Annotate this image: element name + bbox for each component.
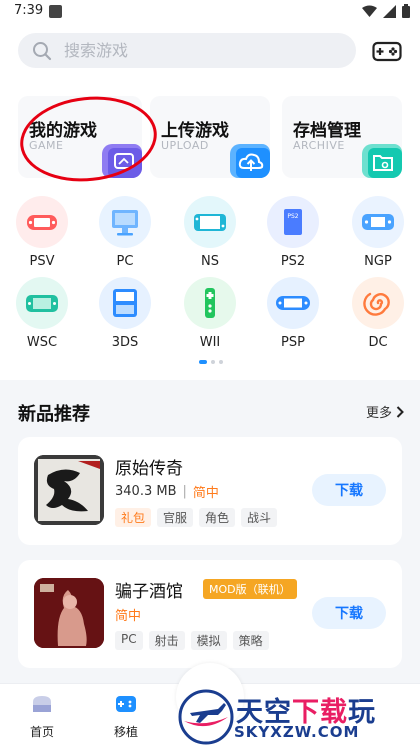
status-bar: 7:39 <box>0 0 420 26</box>
game-tags: 礼包 官服 角色 战斗 <box>115 508 278 527</box>
platform-label: PSP <box>281 335 305 350</box>
home-icon <box>33 696 51 712</box>
page-indicator <box>199 360 223 364</box>
platform-label: PC <box>116 254 134 269</box>
airplane-logo-icon <box>178 689 234 745</box>
card-subtitle: GAME <box>29 139 64 152</box>
wii-remote-icon <box>184 277 236 329</box>
platform-wii[interactable]: WII <box>180 277 240 350</box>
upload-cloud-icon <box>230 144 270 178</box>
notification-icon <box>49 5 62 18</box>
signal-icon <box>383 4 396 18</box>
battery-icon <box>402 4 410 18</box>
platform-label: 3DS <box>111 335 139 350</box>
search-bar <box>0 26 420 78</box>
game-tag: 模拟 <box>190 631 227 650</box>
game-tag: PC <box>115 631 143 650</box>
platform-ps2[interactable]: PS2 PS2 <box>263 196 323 269</box>
card-title: 上传游戏 <box>161 121 229 141</box>
game-tag: 官服 <box>157 508 194 527</box>
game-card[interactable]: 骗子酒馆 MOD版（联机） 简中 PC 射击 模拟 策略 下载 <box>18 560 402 668</box>
3ds-handheld-icon <box>99 277 151 329</box>
game-tag: 角色 <box>199 508 236 527</box>
search-icon <box>33 42 52 61</box>
platform-dc[interactable]: DC <box>348 277 408 350</box>
search-box[interactable] <box>18 33 356 68</box>
page-dot <box>219 360 223 364</box>
dreamcast-swirl-icon <box>352 277 404 329</box>
nav-home[interactable]: 首页 <box>17 692 67 740</box>
download-button[interactable]: 下载 <box>312 597 386 629</box>
switch-console-icon <box>184 196 236 248</box>
archive-folder-icon <box>362 144 402 178</box>
card-subtitle: UPLOAD <box>161 139 209 152</box>
platform-ngp[interactable]: NGP <box>348 196 408 269</box>
more-label: 更多 <box>365 406 392 421</box>
gamepad-icon[interactable] <box>372 38 402 64</box>
platform-label: PS2 <box>280 254 306 269</box>
status-icons <box>362 4 410 18</box>
platform-pc[interactable]: PC <box>95 196 155 269</box>
game-size: 340.3 MB <box>115 484 177 499</box>
psp-handheld-icon <box>267 277 319 329</box>
game-tag: 礼包 <box>115 508 152 527</box>
ps2-console-icon: PS2 <box>267 196 319 248</box>
site-watermark: 天空下载玩 SKYXZW.COM <box>178 688 420 746</box>
game-meta: 340.3 MB | 简中 <box>115 482 219 501</box>
status-time: 7:39 <box>14 3 44 18</box>
upload-games-card[interactable]: 上传游戏 UPLOAD <box>150 96 270 178</box>
nav-label: 首页 <box>29 725 54 739</box>
ngp-handheld-icon <box>352 196 404 248</box>
game-title: 骗子酒馆 <box>115 582 183 602</box>
chevron-right-icon <box>396 405 404 418</box>
game-tags: PC 射击 模拟 策略 <box>115 631 269 650</box>
meta-separator: | <box>182 484 187 499</box>
platform-wsc[interactable]: WSC <box>12 277 72 350</box>
platform-label: NGP <box>364 254 392 269</box>
game-tag: 战斗 <box>241 508 278 527</box>
mod-badge: MOD版（联机） <box>203 579 297 599</box>
more-link[interactable]: 更多 <box>366 402 404 421</box>
my-games-card[interactable]: 我的游戏 GAME <box>18 96 142 178</box>
wifi-icon <box>362 5 377 17</box>
game-meta: 简中 <box>115 605 141 624</box>
game-language: 简中 <box>192 486 219 501</box>
platform-label: DC <box>368 335 388 350</box>
platform-label: PSV <box>29 254 55 269</box>
platform-label: WII <box>199 335 221 350</box>
quick-access-area: 我的游戏 GAME 上传游戏 UPLOAD 存档管理 ARCHIVE PSV P… <box>0 78 420 380</box>
svg-text:PS2: PS2 <box>287 213 298 220</box>
archive-manage-card[interactable]: 存档管理 ARCHIVE <box>282 96 402 178</box>
platform-psp[interactable]: PSP <box>263 277 323 350</box>
section-title: 新品推荐 <box>18 404 90 425</box>
new-releases-header: 新品推荐 更多 <box>0 380 420 438</box>
game-title: 原始传奇 <box>115 459 183 479</box>
platform-psv[interactable]: PSV <box>12 196 72 269</box>
game-language: 简中 <box>115 609 142 624</box>
nav-label: 移植 <box>113 725 138 739</box>
nav-port[interactable]: 移植 <box>101 692 151 740</box>
platform-label: NS <box>201 254 219 269</box>
game-cover <box>34 578 104 648</box>
game-tag: 策略 <box>232 631 269 650</box>
page-dot <box>211 360 215 364</box>
game-card[interactable]: 原始传奇 340.3 MB | 简中 礼包 官服 角色 战斗 下载 <box>18 437 402 545</box>
platform-ns[interactable]: NS <box>180 196 240 269</box>
search-input[interactable] <box>64 33 344 68</box>
platform-label: WSC <box>26 335 58 350</box>
wsc-handheld-icon <box>16 277 68 329</box>
card-subtitle: ARCHIVE <box>293 139 345 152</box>
page-dot <box>199 360 207 364</box>
watermark-url: SKYXZW.COM <box>234 723 360 741</box>
game-cover <box>34 455 104 525</box>
game-tag: 射击 <box>148 631 185 650</box>
download-button[interactable]: 下载 <box>312 474 386 506</box>
my-games-icon <box>102 144 142 178</box>
card-title: 存档管理 <box>293 121 361 141</box>
platform-3ds[interactable]: 3DS <box>95 277 155 350</box>
psv-console-icon <box>16 196 68 248</box>
pc-monitor-icon <box>99 196 151 248</box>
port-gamepad-icon <box>116 696 136 712</box>
card-title: 我的游戏 <box>29 121 97 141</box>
